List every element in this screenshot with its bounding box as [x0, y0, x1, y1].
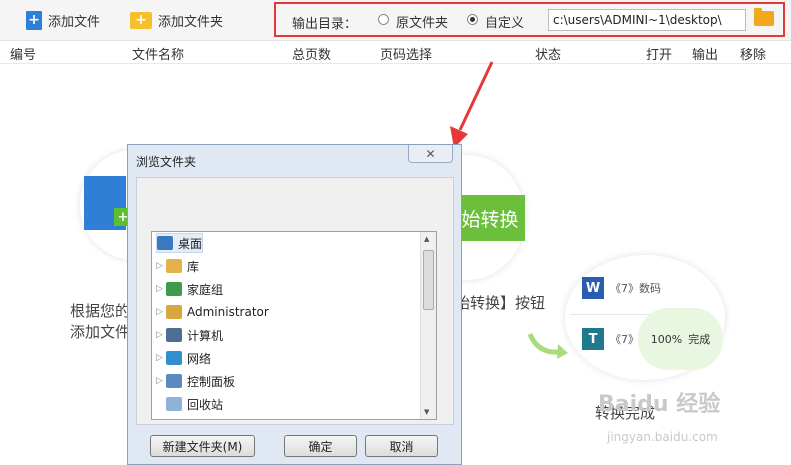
watermark: Baidu 经验	[598, 392, 721, 417]
file-row-2-name: 《7》	[610, 333, 639, 346]
tree-item-label: 计算机	[187, 328, 224, 343]
file-list-header: 编号 文件名称 总页数 页码选择 状态 打开 输出 移除	[0, 41, 791, 64]
curved-arrow-icon	[528, 332, 568, 359]
close-icon: ✕	[425, 146, 436, 161]
tree-item-label: 家庭组	[187, 282, 224, 297]
col-page-select: 页码选择	[380, 48, 433, 63]
tree-item-desktop[interactable]: 桌面	[156, 233, 204, 253]
tree-scrollbar[interactable]: ▲ ▼	[420, 232, 436, 419]
progress-complete-badge: 100% 完成	[638, 308, 723, 370]
col-file-name: 文件名称	[132, 48, 185, 63]
tree-item-label: Administrator	[187, 305, 269, 319]
add-file-button[interactable]: + 添加文件	[26, 8, 100, 32]
tree-item-library[interactable]: ▷ 库	[156, 256, 199, 276]
col-output: 输出	[692, 48, 719, 63]
scroll-up-icon[interactable]: ▲	[424, 235, 429, 243]
toolbar: + 添加文件 + 添加文件夹 输出目录： 原文件夹 自定义	[0, 0, 791, 41]
new-folder-button[interactable]: 新建文件夹(M)	[150, 435, 255, 457]
col-status: 状态	[535, 48, 562, 63]
expand-arrow-icon[interactable]: ▷	[156, 353, 166, 363]
output-path-input[interactable]	[548, 9, 746, 31]
tree-item-computer[interactable]: ▷ 计算机	[156, 325, 223, 345]
annotation-arrow-icon	[450, 61, 494, 148]
col-remove: 移除	[740, 48, 767, 63]
caption-add-line2: 添加文件	[70, 323, 131, 341]
start-convert-graphic: 始转换	[455, 195, 525, 241]
document-t-icon: T	[582, 328, 604, 350]
file-row-2: T 《7》	[582, 328, 639, 350]
tree-item-network[interactable]: ▷ 网络	[156, 348, 211, 368]
radio-original-folder-label: 原文件夹	[396, 16, 449, 31]
ok-button[interactable]: 确定	[284, 435, 357, 457]
radio-custom-label: 自定义	[485, 16, 525, 31]
caption-add-line1: 根据您的	[70, 302, 131, 320]
progress-percent: 100%	[650, 332, 683, 346]
expand-arrow-icon[interactable]: ▷	[156, 376, 166, 386]
library-icon	[166, 259, 182, 273]
tree-item-label: 网络	[187, 351, 212, 366]
add-folder-label: 添加文件夹	[158, 14, 224, 30]
col-open: 打开	[646, 48, 673, 63]
network-icon	[166, 351, 182, 365]
user-folder-icon	[166, 305, 182, 319]
add-file-icon: +	[26, 10, 42, 30]
caption-convert: 始转换】按钮	[455, 294, 546, 312]
tree-item-label: 桌面	[178, 236, 203, 251]
recycle-bin-icon	[166, 397, 182, 411]
progress-status: 完成	[688, 333, 711, 346]
scroll-down-icon[interactable]: ▼	[424, 408, 429, 416]
watermark-url: jingyan.baidu.com	[607, 430, 718, 444]
tree-item-administrator[interactable]: ▷ Administrator	[156, 302, 269, 322]
desktop-icon	[157, 236, 173, 250]
tree-item-control-panel[interactable]: ▷ 控制面板	[156, 371, 235, 391]
homegroup-icon	[166, 282, 182, 296]
tree-item-recycle-bin[interactable]: 回收站	[166, 394, 223, 414]
add-folder-button[interactable]: + 添加文件夹	[130, 8, 223, 32]
expand-arrow-icon[interactable]: ▷	[156, 284, 166, 294]
tree-item-label: 库	[187, 259, 200, 274]
radio-custom[interactable]	[467, 14, 478, 25]
output-directory-box: 输出目录： 原文件夹 自定义	[274, 2, 785, 37]
col-index: 编号	[10, 48, 37, 63]
computer-icon	[166, 328, 182, 342]
control-panel-icon	[166, 374, 182, 388]
cancel-button[interactable]: 取消	[365, 435, 438, 457]
add-folder-icon: +	[130, 11, 152, 29]
folder-tree[interactable]: 桌面 ▷ 库 ▷ 家庭组 ▷ Administrator ▷ 计算机 ▷ 网络	[151, 231, 437, 420]
scroll-thumb[interactable]	[423, 250, 434, 310]
tree-item-homegroup[interactable]: ▷ 家庭组	[156, 279, 223, 299]
expand-arrow-icon[interactable]: ▷	[156, 330, 166, 340]
expand-arrow-icon[interactable]: ▷	[156, 261, 166, 271]
add-file-label: 添加文件	[48, 14, 101, 30]
file-row-1: W 《7》数码	[582, 277, 661, 299]
output-directory-label: 输出目录：	[292, 17, 358, 32]
tree-item-label: 回收站	[187, 397, 224, 412]
dialog-close-button[interactable]: ✕	[408, 145, 453, 163]
tree-item-label: 控制面板	[187, 374, 236, 389]
radio-original-folder[interactable]	[378, 14, 389, 25]
col-total-pages: 总页数	[292, 48, 332, 63]
word-icon: W	[582, 277, 604, 299]
browse-folder-icon[interactable]	[754, 8, 774, 26]
dialog-title: 浏览文件夹	[136, 155, 197, 169]
browse-folder-dialog: 浏览文件夹 ✕ 桌面 ▷ 库 ▷ 家庭组 ▷ Administrator ▷ 计…	[127, 144, 462, 465]
file-row-1-name: 《7》数码	[610, 282, 661, 295]
expand-arrow-icon[interactable]: ▷	[156, 307, 166, 317]
